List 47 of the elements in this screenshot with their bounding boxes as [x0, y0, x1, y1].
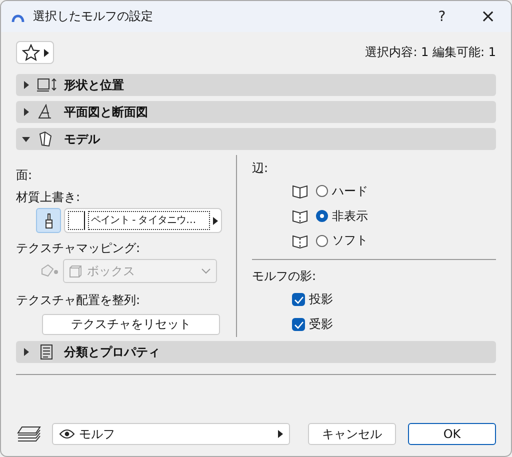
reset-texture-button[interactable]: テクスチャをリセット	[42, 314, 220, 335]
eye-icon	[59, 429, 75, 439]
caret-icon	[278, 430, 283, 438]
book-icon	[292, 183, 308, 200]
shadow-checkbox[interactable]: 受影	[292, 312, 496, 337]
shape-icon	[36, 77, 58, 93]
book-icon	[292, 232, 308, 249]
section-header[interactable]: 分類とプロパティ	[16, 341, 496, 363]
expanded-caret-icon	[22, 135, 30, 143]
star-icon	[22, 44, 40, 61]
edge-radio[interactable]: ソフト	[316, 232, 368, 250]
material-dropdown[interactable]: ペイント - タイタニウ…	[64, 208, 222, 233]
mapping-label: テクスチャマッピング:	[16, 240, 142, 257]
ok-button[interactable]: OK	[408, 423, 496, 445]
cancel-button[interactable]: キャンセル	[308, 423, 396, 445]
override-toggle[interactable]	[36, 208, 61, 233]
shadow-label: モルフの影:	[252, 268, 318, 286]
edge-radio[interactable]: 非表示	[316, 208, 368, 225]
brush-icon	[42, 212, 54, 228]
caret-icon	[44, 48, 48, 56]
collapsed-caret-icon	[22, 81, 30, 89]
edge-radio[interactable]: ハード	[316, 182, 368, 200]
book-icon	[292, 208, 308, 224]
mapping-icon	[40, 264, 60, 278]
section-header[interactable]: 形状と位置	[16, 74, 496, 96]
edges-label: 辺:	[252, 160, 270, 177]
section-header[interactable]: モデル	[16, 128, 496, 150]
checkmark-icon	[294, 296, 304, 304]
layers-icon	[16, 425, 42, 443]
chevron-down-icon	[201, 268, 211, 274]
face-label: 面:	[16, 167, 34, 184]
favorites-button[interactable]	[16, 41, 54, 64]
section-header[interactable]: 平面図と断面図	[16, 101, 496, 123]
help-button[interactable]: ?	[419, 1, 465, 32]
selection-info: 選択内容: 1 編集可能: 1	[365, 44, 496, 61]
caret-icon	[213, 216, 218, 224]
override-label: 材質上書き:	[16, 189, 82, 206]
material-swatch	[68, 211, 85, 230]
collapsed-caret-icon	[22, 108, 30, 116]
close-button[interactable]: ×	[465, 1, 511, 32]
window-title: 選択したモルフの設定	[33, 8, 154, 25]
align-label: テクスチャ配置を整列:	[16, 292, 142, 309]
layer-dropdown[interactable]: モルフ	[52, 423, 290, 445]
collapsed-caret-icon	[22, 348, 30, 356]
box-icon	[69, 264, 82, 278]
shadow-checkbox[interactable]: 投影	[292, 287, 496, 312]
checkmark-icon	[294, 320, 304, 329]
